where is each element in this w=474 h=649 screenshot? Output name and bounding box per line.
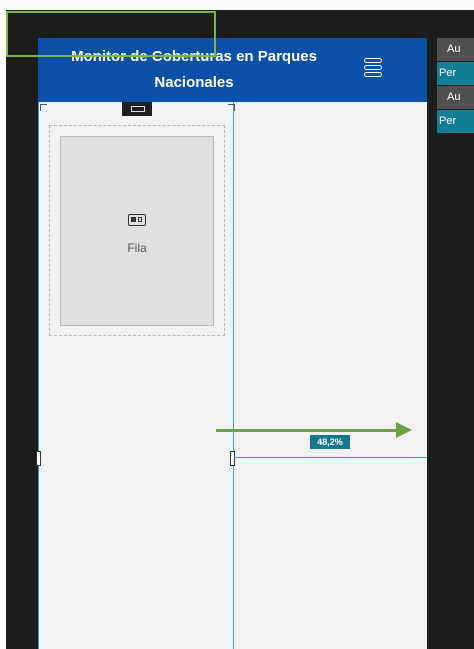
right-panel-button[interactable]: Au (437, 86, 474, 109)
arrow-right-icon (396, 422, 412, 438)
drag-handle-icon[interactable] (122, 102, 152, 116)
right-panel-button[interactable]: Per (437, 110, 474, 133)
highlight-box (6, 11, 216, 57)
right-panel-button[interactable]: Per (437, 62, 474, 85)
resize-handle-icon[interactable] (36, 451, 41, 466)
row-widget-icon (128, 214, 146, 226)
arrow-right-line (216, 429, 396, 432)
row-widget-card[interactable]: Fila (60, 136, 214, 326)
corner-marker (228, 104, 235, 111)
left-gutter (0, 10, 6, 649)
guide-line (234, 457, 427, 458)
top-strip (0, 0, 474, 10)
resize-handle-icon[interactable] (230, 451, 235, 466)
row-widget-label: Fila (127, 241, 147, 255)
right-button-panel: Au Per Au Per (437, 38, 474, 134)
corner-marker (40, 104, 47, 111)
right-panel-button[interactable]: Au (437, 38, 474, 61)
app-canvas: Monitor de Coberturas en Parques Naciona… (36, 38, 427, 649)
menu-icon[interactable] (364, 58, 382, 80)
width-percent-badge: 48,2% (310, 435, 350, 449)
